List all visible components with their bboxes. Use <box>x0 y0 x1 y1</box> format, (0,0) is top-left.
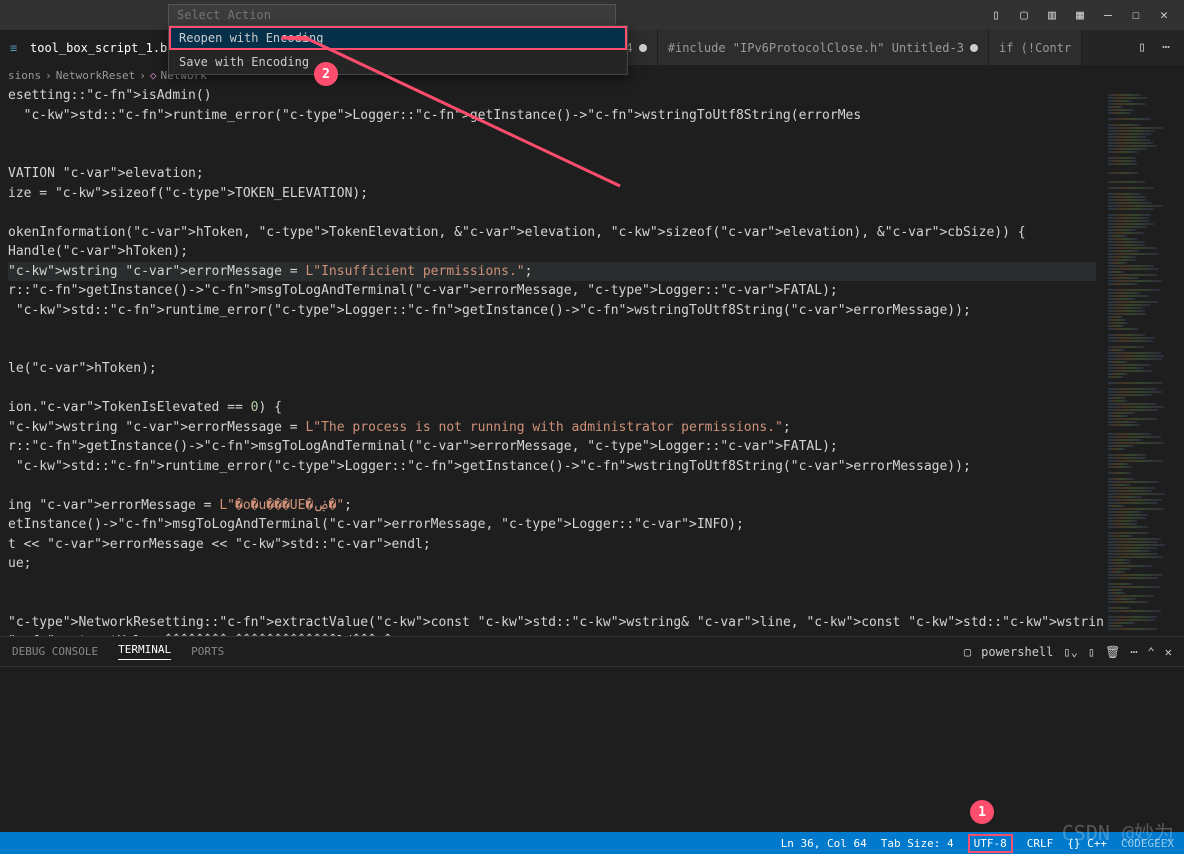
close-icon[interactable]: ✕ <box>1156 7 1172 23</box>
shell-icon: ▢ <box>964 645 971 659</box>
dirty-dot-icon <box>970 44 978 52</box>
kill-terminal-icon[interactable]: 🗑 <box>1105 645 1120 659</box>
statusbar: Ln 36, Col 64 Tab Size: 4 UTF-8 CRLF {} … <box>0 832 1184 854</box>
layout-panel-icon[interactable]: ▢ <box>1016 7 1032 23</box>
status-ln-col[interactable]: Ln 36, Col 64 <box>781 837 867 850</box>
tab-label: #include "IPv6ProtocolClose.h" Untitled-… <box>668 41 964 55</box>
split-editor-icon[interactable]: ▯ <box>1134 40 1150 56</box>
split-terminal-icon[interactable]: ▯⌄ <box>1063 645 1077 659</box>
panel-layout-icon[interactable]: ▯ <box>1088 645 1095 659</box>
minimize-icon[interactable]: — <box>1100 7 1116 23</box>
tab-ports[interactable]: PORTS <box>191 645 224 658</box>
annotation-badge-2: 2 <box>314 62 338 86</box>
dirty-dot-icon <box>639 44 647 52</box>
dropdown-item-reopen[interactable]: Reopen with Encoding <box>169 26 627 50</box>
status-encoding[interactable]: UTF-8 <box>968 834 1013 853</box>
status-eol[interactable]: CRLF <box>1027 837 1054 850</box>
layout-primary-icon[interactable]: ▯ <box>988 7 1004 23</box>
tab-terminal[interactable]: TERMINAL <box>118 643 171 660</box>
dropdown-item-save[interactable]: Save with Encoding <box>169 50 627 74</box>
encoding-dropdown: Reopen with Encoding Save with Encoding <box>168 25 628 75</box>
tab-untitled3[interactable]: #include "IPv6ProtocolClose.h" Untitled-… <box>658 30 989 65</box>
tab-label: tool_box_script_1.bat <box>30 41 182 55</box>
tab-bat[interactable]: ≡ tool_box_script_1.bat <box>0 30 193 65</box>
breadcrumb-part[interactable]: NetworkReset <box>56 69 135 82</box>
terminal-panel: DEBUG CONSOLE TERMINAL PORTS ▢ powershel… <box>0 636 1184 832</box>
tab-debug-console[interactable]: DEBUG CONSOLE <box>12 645 98 658</box>
customize-layout-icon[interactable]: ▦ <box>1072 7 1088 23</box>
more-actions-icon[interactable]: ⋯ <box>1158 40 1174 56</box>
chevron-up-icon[interactable]: ⌃ <box>1148 645 1155 659</box>
symbol-icon: ◇ <box>150 69 157 82</box>
layout-sidebar-icon[interactable]: ▥ <box>1044 7 1060 23</box>
command-palette-input[interactable] <box>168 4 616 26</box>
maximize-icon[interactable]: ☐ <box>1128 7 1144 23</box>
close-panel-icon[interactable]: ✕ <box>1165 645 1172 659</box>
watermark: CSDN @妙为 <box>1062 817 1174 846</box>
tab-label: if (!Contr <box>999 41 1071 55</box>
tab-contr[interactable]: if (!Contr <box>989 30 1082 65</box>
annotation-badge-1: 1 <box>970 800 994 824</box>
terminal-more-icon[interactable]: ⋯ <box>1130 645 1137 659</box>
status-tab-size[interactable]: Tab Size: 4 <box>881 837 954 850</box>
bat-file-icon: ≡ <box>10 41 24 55</box>
shell-name[interactable]: powershell <box>981 645 1053 659</box>
breadcrumb-part[interactable]: sions <box>8 69 41 82</box>
